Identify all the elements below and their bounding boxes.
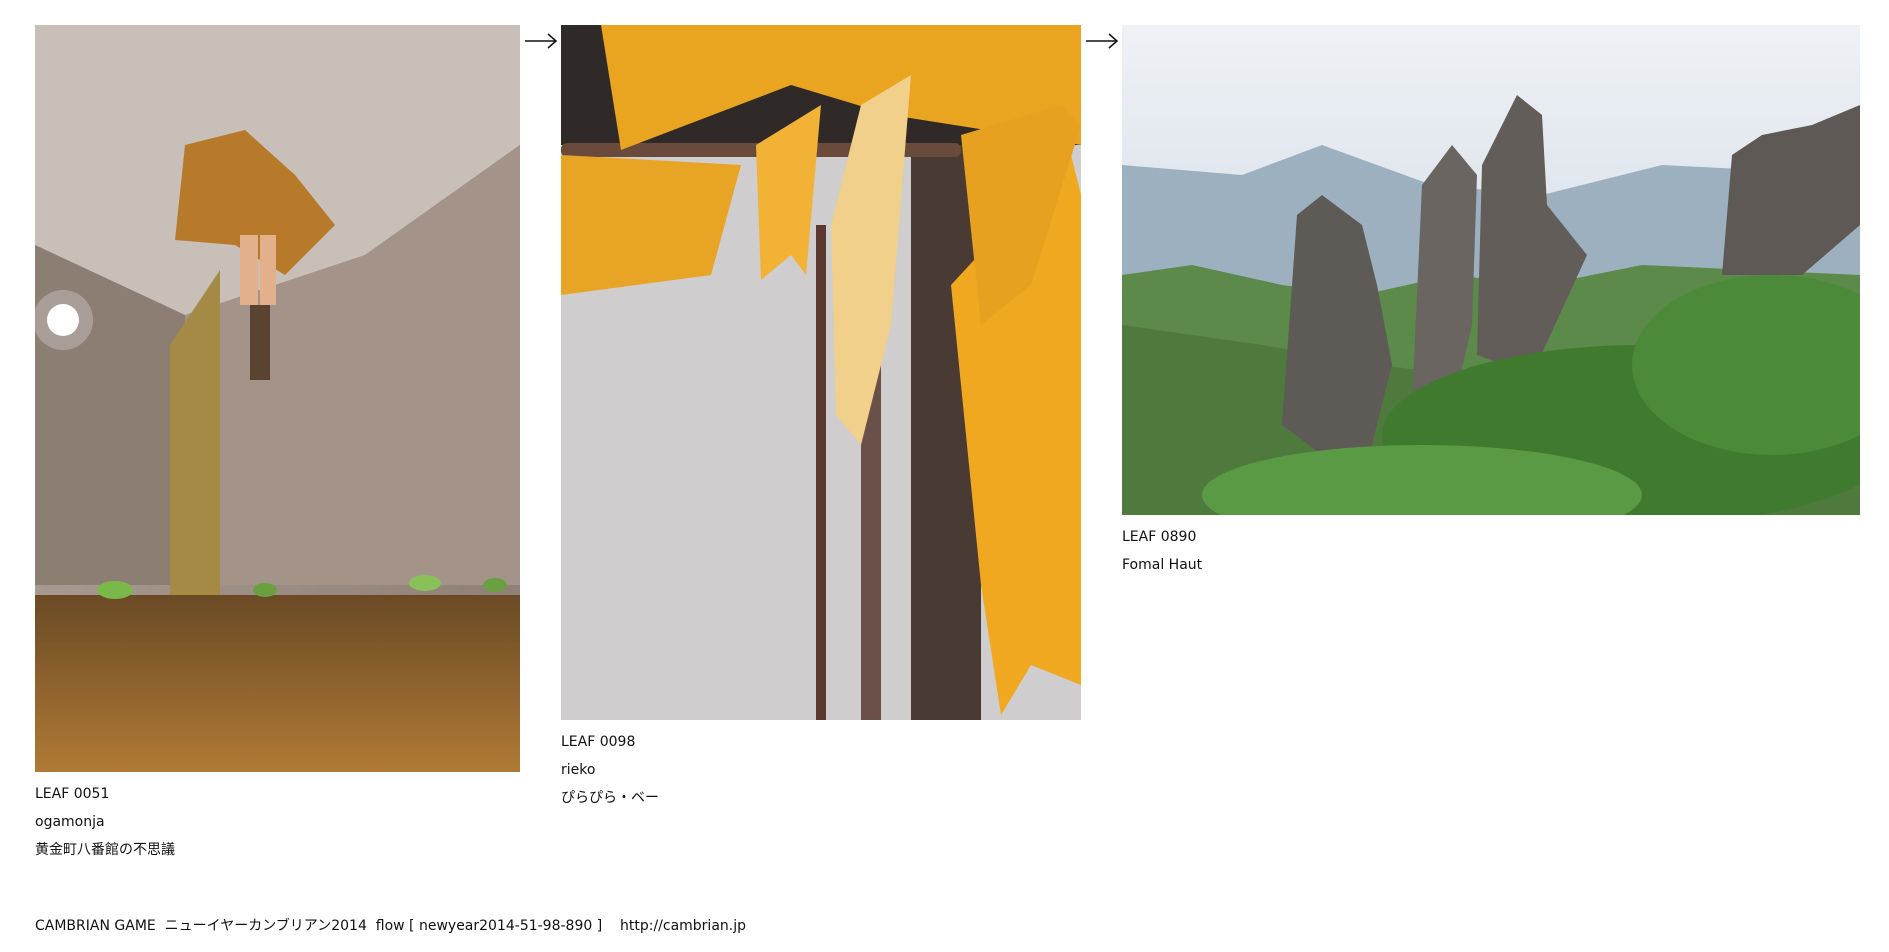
doll-hanging-from-ceiling-icon (35, 25, 520, 772)
leaf-author[interactable]: rieko (561, 756, 1081, 784)
leaf-card-0890: LEAF 0890 Fomal Haut (1122, 25, 1860, 579)
leaf-photo-0051[interactable] (35, 25, 520, 772)
leaf-title: ぴらぴら・ベー (561, 790, 659, 806)
right-arrow-icon (525, 33, 558, 49)
leaf-author[interactable]: ogamonja (35, 808, 520, 836)
rock-spires-mountain-icon (1122, 25, 1860, 515)
leaf-author[interactable]: Fomal Haut (1122, 551, 1860, 579)
leaf-photo-0890[interactable] (1122, 25, 1860, 515)
right-arrow-icon (1086, 33, 1119, 49)
leaf-title: 黄金町八番館の不思議 (35, 842, 175, 858)
leaf-id: LEAF 0051 (35, 786, 110, 802)
leaf-card-0098: LEAF 0098 rieko ぴらぴら・ベー (561, 25, 1081, 812)
yellow-torn-cloth-icon (561, 25, 1081, 720)
leaf-id: LEAF 0098 (561, 734, 636, 750)
leaf-card-0051: LEAF 0051 ogamonja 黄金町八番館の不思議 (35, 25, 520, 864)
leaf-id: LEAF 0890 (1122, 529, 1197, 545)
leaf-photo-0098[interactable] (561, 25, 1081, 720)
footer-credits[interactable]: CAMBRIAN GAME ニューイヤーカンブリアン2014 flow [ ne… (35, 915, 746, 935)
